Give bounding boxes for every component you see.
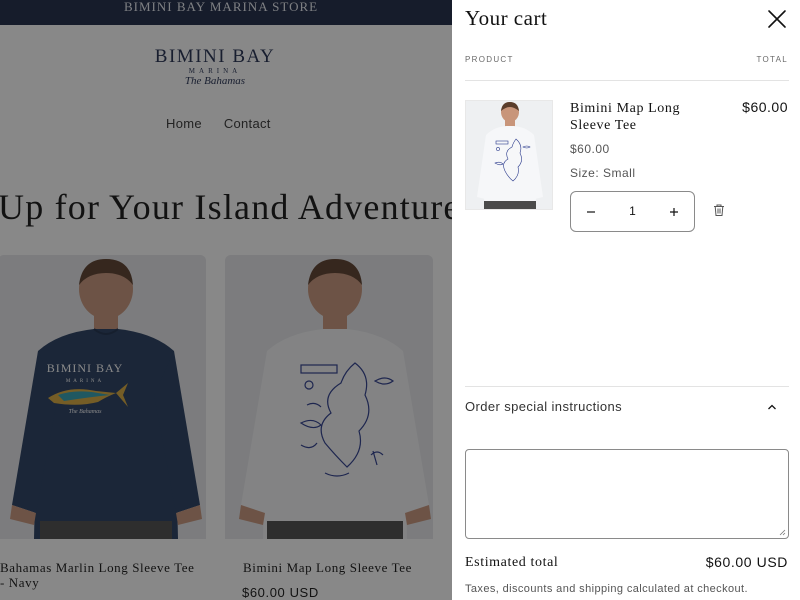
trash-icon	[714, 204, 724, 216]
cart-item-total: $60.00	[742, 99, 788, 115]
plus-icon	[670, 207, 678, 216]
close-cart-button[interactable]	[766, 8, 788, 30]
column-total: TOTAL	[756, 55, 788, 64]
cart-item-size: Size: Small	[570, 166, 636, 180]
chevron-up-icon	[768, 404, 776, 410]
remove-item-button[interactable]	[712, 203, 726, 217]
increase-quantity-button[interactable]	[654, 192, 694, 231]
quantity-input[interactable]	[611, 192, 654, 231]
special-instructions-textarea[interactable]	[465, 449, 789, 539]
close-icon	[768, 10, 786, 28]
modal-backdrop[interactable]	[0, 0, 452, 600]
cart-heading: Your cart	[465, 6, 548, 30]
cart-item-name[interactable]: Bimini Map Long Sleeve Tee	[570, 100, 720, 134]
quantity-stepper	[570, 191, 695, 232]
divider	[465, 80, 789, 81]
special-instructions-label: Order special instructions	[465, 399, 623, 414]
column-product: PRODUCT	[465, 55, 514, 64]
cart-item-price: $60.00	[570, 142, 610, 156]
tax-note: Taxes, discounts and shipping calculated…	[465, 583, 748, 595]
estimated-total-label: Estimated total	[465, 555, 559, 570]
resize-grip-icon[interactable]	[778, 528, 786, 536]
decrease-quantity-button[interactable]	[571, 192, 611, 231]
special-instructions-toggle[interactable]: Order special instructions	[465, 390, 789, 426]
minus-icon	[587, 210, 595, 213]
cart-item-image[interactable]	[465, 100, 553, 210]
estimated-total-value: $60.00 USD	[705, 554, 788, 570]
divider	[465, 386, 789, 387]
cart-drawer: Your cart PRODUCT TOTAL Bimini Map Long …	[452, 0, 800, 600]
